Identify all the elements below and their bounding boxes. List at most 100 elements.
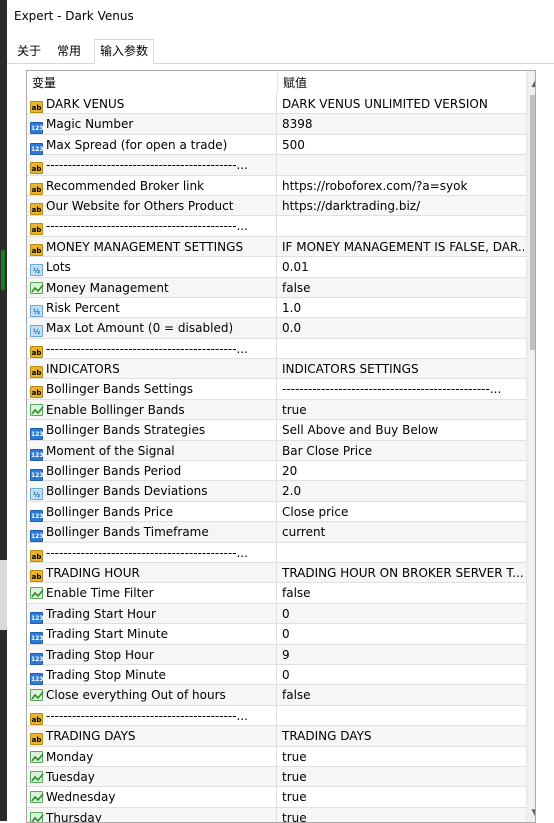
parameter-value-cell[interactable] (278, 706, 524, 726)
parameter-value-cell[interactable]: false (278, 685, 524, 705)
scroll-up-arrow-icon[interactable]: ▲ (527, 76, 535, 93)
parameter-name-cell[interactable]: ab DARK VENUS (27, 94, 277, 114)
parameter-value-cell[interactable]: DARK VENUS UNLIMITED VERSION (278, 94, 524, 114)
table-row[interactable]: 123 Bollinger Bands Strategies Sell Above … (27, 420, 526, 441)
parameter-value-cell[interactable]: 0 (278, 665, 524, 685)
table-row[interactable]: 123 Trading Start Hour 0 (27, 603, 526, 625)
table-row[interactable]: Monday true (27, 746, 526, 767)
parameter-name-cell[interactable]: 123 Trading Start Hour (27, 603, 277, 624)
parameter-name-cell[interactable]: 123 Trading Stop Minute (27, 664, 277, 685)
parameter-name-cell[interactable]: Monday (27, 746, 277, 767)
parameter-name-cell[interactable]: ½ Risk Percent (27, 297, 277, 318)
parameter-value-cell[interactable]: TRADING DAYS (278, 726, 524, 746)
parameter-value-cell[interactable]: https://roboforex.com/?a=syok (278, 176, 524, 196)
table-row[interactable]: ab Our Website for Others Product https://… (27, 195, 526, 217)
parameter-name-cell[interactable]: ab --------------------------------------… (27, 216, 277, 237)
parameter-value-cell[interactable]: ----------------------------------------… (278, 379, 524, 399)
parameter-name-cell[interactable]: Tuesday (27, 766, 277, 787)
parameter-name-cell[interactable]: Money Management (27, 277, 277, 298)
table-row[interactable]: ab --------------------------------------… (27, 155, 526, 176)
parameter-value-cell[interactable]: true (278, 747, 524, 767)
parameter-name-cell[interactable]: Enable Bollinger Bands (27, 399, 277, 420)
parameter-name-cell[interactable]: 123 Max Spread (for open a trade) (27, 134, 277, 155)
parameter-value-cell[interactable]: 500 (278, 135, 524, 155)
parameter-name-cell[interactable]: ½ Max Lot Amount (0 = disabled) (27, 318, 277, 339)
parameter-name-cell[interactable]: 123 Magic Number (27, 114, 277, 135)
table-row[interactable]: 123 Bollinger Bands Price Close price (27, 501, 526, 523)
column-header-value[interactable]: 赋值 (278, 71, 513, 94)
parameter-value-cell[interactable]: TRADING HOUR ON BROKER SERVER T... (278, 563, 524, 583)
table-row[interactable]: ab --------------------------------------… (27, 216, 526, 237)
table-row[interactable]: Close everything Out of hours false (27, 685, 526, 706)
parameter-value-cell[interactable] (278, 155, 524, 175)
parameter-value-cell[interactable]: 2.0 (278, 481, 524, 501)
parameter-value-cell[interactable] (278, 216, 524, 236)
parameter-name-cell[interactable]: ½ Bollinger Bands Deviations (27, 481, 277, 502)
parameter-value-cell[interactable]: IF MONEY MANAGEMENT IS FALSE, DAR... (278, 237, 524, 257)
parameter-name-cell[interactable]: ab Bollinger Bands Settings (27, 379, 277, 400)
parameter-value-cell[interactable]: 9 (278, 645, 524, 665)
parameter-value-cell[interactable]: true (278, 400, 524, 420)
table-row[interactable]: 123 Trading Stop Hour 9 (27, 644, 526, 665)
table-row[interactable]: 123 Max Spread (for open a trade) 500 (27, 134, 526, 156)
table-row[interactable]: ab DARK VENUS DARK VENUS UNLIMITED VERSION (27, 94, 526, 115)
parameter-value-cell[interactable]: current (278, 522, 524, 542)
parameter-name-cell[interactable]: Enable Time Filter (27, 583, 277, 604)
parameter-name-cell[interactable]: ab Our Website for Others Product (27, 195, 277, 216)
parameter-value-cell[interactable]: true (278, 767, 524, 787)
parameter-value-cell[interactable]: 0 (278, 604, 524, 624)
parameter-value-cell[interactable] (278, 339, 524, 359)
table-row[interactable]: Tuesday true (27, 766, 526, 788)
parameter-name-cell[interactable]: Close everything Out of hours (27, 685, 277, 706)
table-row[interactable]: 123 Trading Start Minute 0 (27, 624, 526, 645)
parameter-name-cell[interactable]: ab --------------------------------------… (27, 705, 277, 726)
parameter-name-cell[interactable]: ab TRADING DAYS (27, 726, 277, 747)
table-row[interactable]: ½ Max Lot Amount (0 = disabled) 0.0 (27, 318, 526, 339)
parameter-name-cell[interactable]: ab Recommended Broker link (27, 175, 277, 196)
table-row[interactable]: ab MONEY MANAGEMENT SETTINGS IF MONEY MANA… (27, 236, 526, 258)
table-row[interactable]: Enable Bollinger Bands true (27, 399, 526, 421)
table-row[interactable]: 123 Bollinger Bands Period 20 (27, 461, 526, 482)
parameter-value-cell[interactable]: Bar Close Price (278, 441, 524, 461)
parameter-value-cell[interactable]: 1.0 (278, 298, 524, 318)
table-row[interactable]: ab TRADING DAYS TRADING DAYS (27, 726, 526, 747)
parameter-value-cell[interactable]: false (278, 278, 524, 298)
table-row[interactable]: ab --------------------------------------… (27, 705, 526, 727)
table-row[interactable]: ab INDICATORS INDICATORS SETTINGS (27, 359, 526, 380)
parameter-value-cell[interactable]: 8398 (278, 114, 524, 134)
parameter-name-cell[interactable]: ab MONEY MANAGEMENT SETTINGS (27, 236, 277, 257)
parameter-value-cell[interactable]: 0 (278, 624, 524, 644)
table-row[interactable]: ½ Lots 0.01 (27, 257, 526, 278)
parameter-name-cell[interactable]: ab --------------------------------------… (27, 542, 277, 563)
parameter-value-cell[interactable]: 0.01 (278, 257, 524, 277)
tab-about[interactable]: 关于 (12, 41, 46, 62)
parameter-value-cell[interactable]: Close price (278, 502, 524, 522)
parameter-value-cell[interactable]: 20 (278, 461, 524, 481)
vertical-scrollbar[interactable]: ▲ ▼ (526, 71, 535, 822)
table-row[interactable]: ½ Bollinger Bands Deviations 2.0 (27, 481, 526, 502)
table-row[interactable]: 123 Trading Stop Minute 0 (27, 664, 526, 686)
parameter-value-cell[interactable]: true (278, 787, 524, 807)
tab-common[interactable]: 常用 (52, 41, 86, 62)
parameter-value-cell[interactable]: 0.0 (278, 318, 524, 338)
parameter-name-cell[interactable]: 123 Trading Stop Hour (27, 644, 277, 665)
table-row[interactable]: Enable Time Filter false (27, 583, 526, 604)
table-row[interactable]: 123 Bollinger Bands Timeframe current (27, 522, 526, 543)
table-row[interactable]: 123 Magic Number 8398 (27, 114, 526, 135)
parameter-name-cell[interactable]: Wednesday (27, 787, 277, 808)
parameter-name-cell[interactable]: 123 Bollinger Bands Strategies (27, 420, 277, 441)
parameter-name-cell[interactable]: 123 Bollinger Bands Period (27, 461, 277, 482)
parameter-name-cell[interactable]: ab --------------------------------------… (27, 155, 277, 176)
table-row[interactable]: ½ Risk Percent 1.0 (27, 297, 526, 319)
parameter-name-cell[interactable]: 123 Trading Start Minute (27, 624, 277, 645)
table-row[interactable]: ab --------------------------------------… (27, 338, 526, 360)
parameter-name-cell[interactable]: ½ Lots (27, 257, 277, 278)
parameter-value-cell[interactable]: Sell Above and Buy Below (278, 420, 524, 440)
parameter-value-cell[interactable]: false (278, 583, 524, 603)
parameter-name-cell[interactable]: ab TRADING HOUR (27, 562, 277, 583)
scroll-down-arrow-icon[interactable]: ▼ (527, 805, 535, 822)
parameter-value-cell[interactable] (278, 543, 524, 563)
parameter-name-cell[interactable]: ab INDICATORS (27, 359, 277, 380)
parameter-value-cell[interactable]: INDICATORS SETTINGS (278, 359, 524, 379)
parameter-name-cell[interactable]: ab --------------------------------------… (27, 338, 277, 359)
